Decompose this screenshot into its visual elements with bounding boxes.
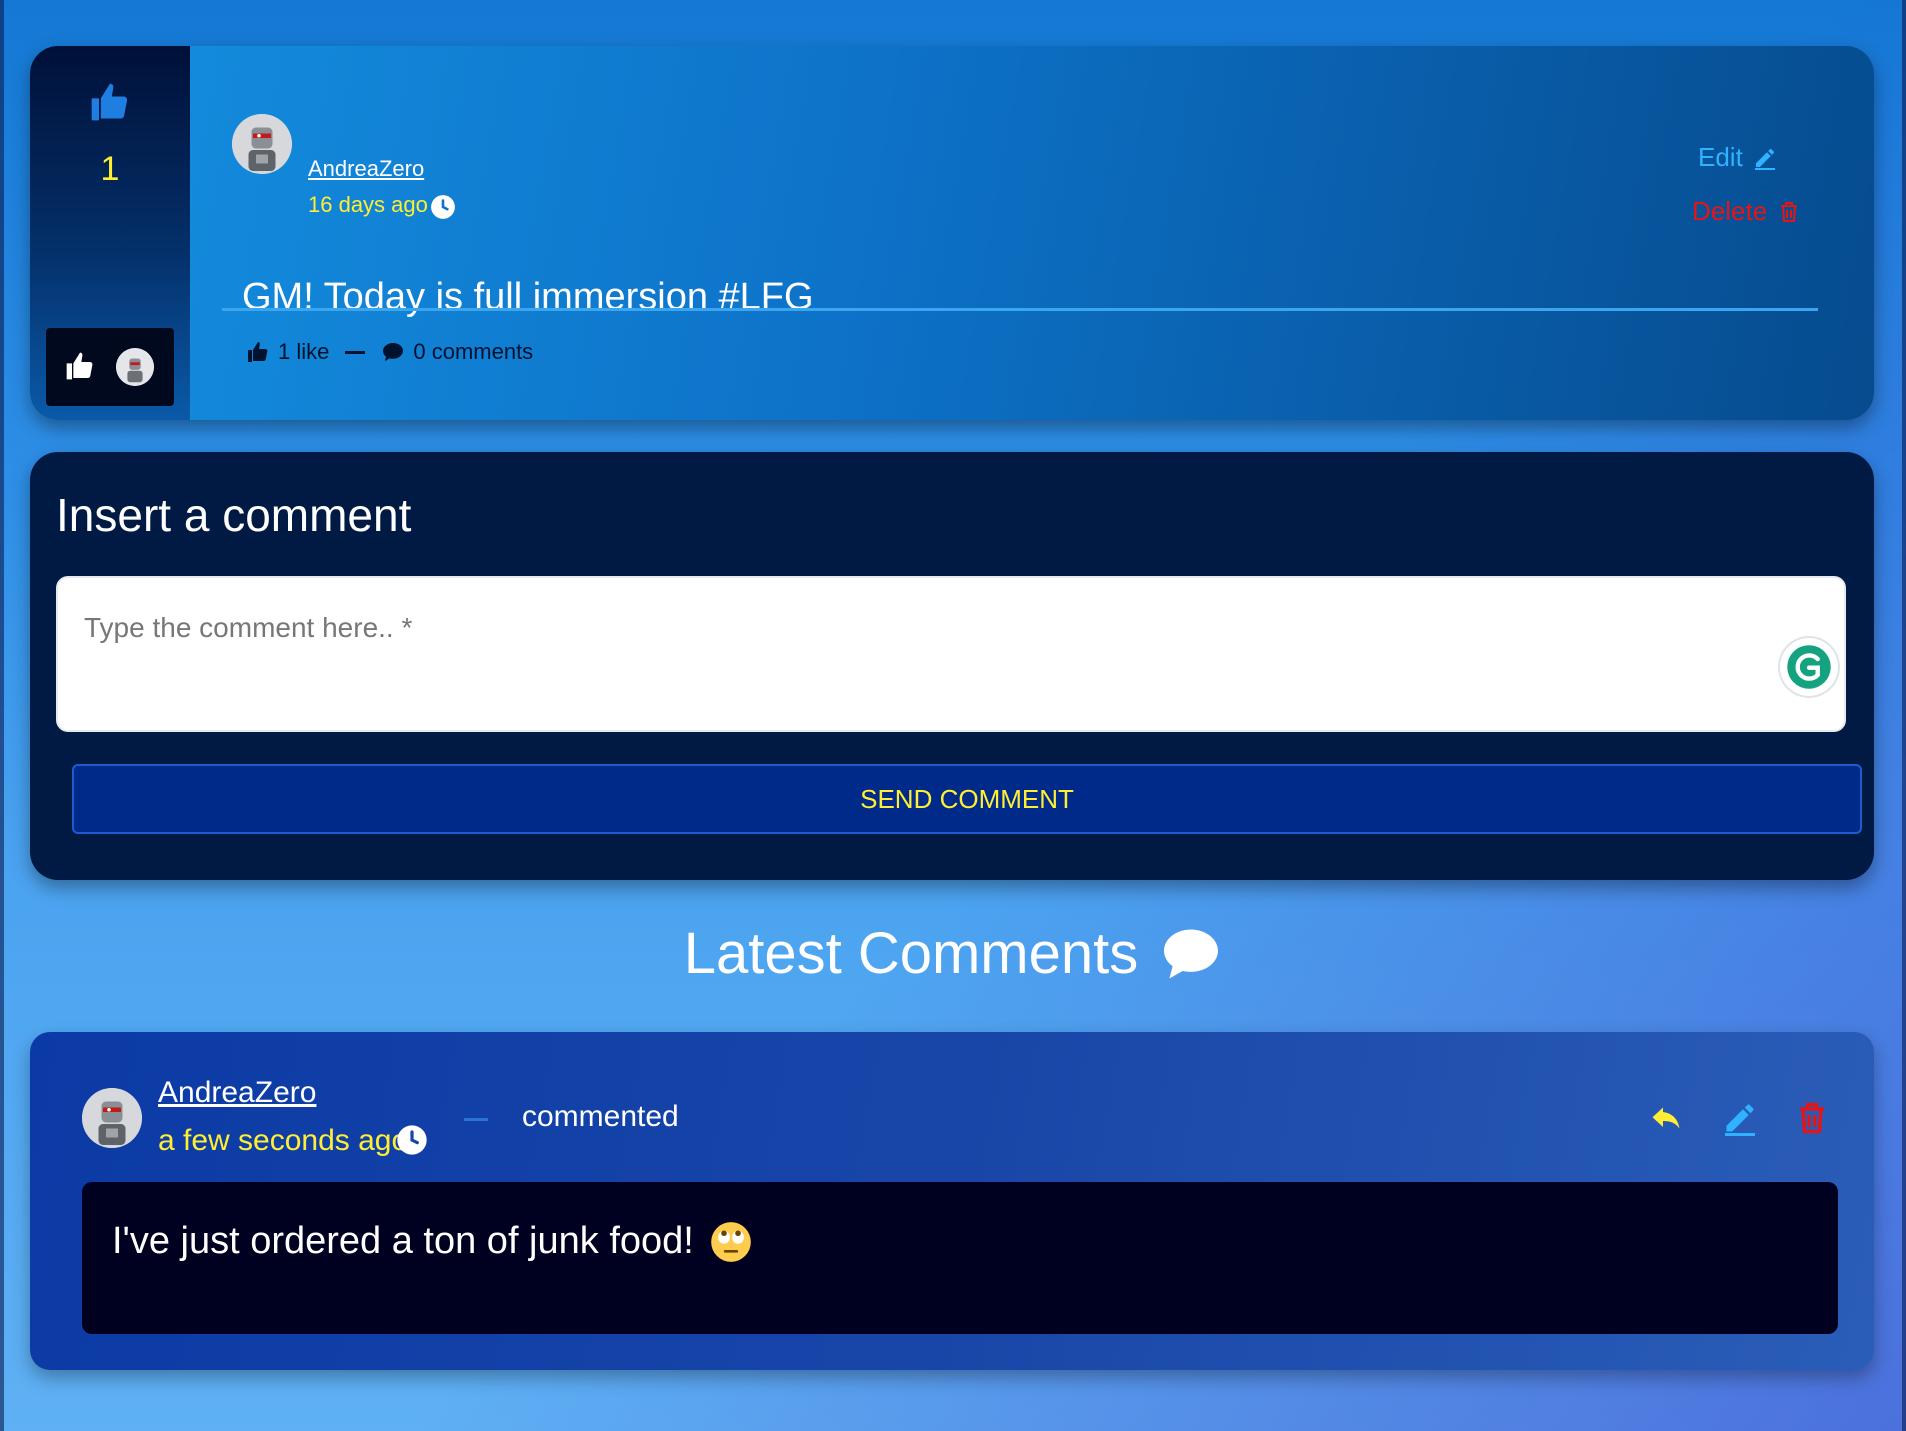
delete-post-button[interactable]: Delete xyxy=(1692,196,1801,227)
comment-author-link[interactable]: AndreaZero xyxy=(158,1076,316,1110)
delete-label: Delete xyxy=(1692,196,1768,226)
comment-body: I've just ordered a ton of junk food! xyxy=(82,1182,1838,1334)
clock-icon xyxy=(397,1125,427,1155)
trash-icon[interactable] xyxy=(1794,1100,1830,1136)
latest-comments-title: Latest Comments xyxy=(683,921,1139,986)
vote-column: 1 xyxy=(30,46,190,420)
comment-icon xyxy=(1164,928,1219,979)
left-edge xyxy=(0,0,4,1431)
comment-textarea[interactable] xyxy=(58,578,1844,730)
separator xyxy=(345,350,366,354)
comment-input-box[interactable] xyxy=(56,576,1846,732)
post-stats: 1 like 0 comments xyxy=(246,336,533,368)
comment-text: I've just ordered a ton of junk food! xyxy=(112,1220,694,1262)
vote-count: 1 xyxy=(100,150,120,188)
avatar[interactable] xyxy=(82,1088,142,1148)
comment-icon xyxy=(383,343,404,361)
comment-action-text: commented xyxy=(522,1100,679,1133)
edit-label: Edit xyxy=(1698,142,1743,172)
comment-text-row: I've just ordered a ton of junk food! xyxy=(112,1220,752,1263)
post-timestamp: 16 days ago xyxy=(308,192,428,217)
post-card: 1 AndreaZero 16 days ago Edit Delete GM!… xyxy=(30,46,1874,420)
likers-box[interactable] xyxy=(46,328,174,406)
thumbs-up-icon xyxy=(66,352,93,380)
reply-icon[interactable] xyxy=(1648,1100,1684,1136)
comment-form: Insert a comment SEND COMMENT xyxy=(30,452,1874,880)
pencil-icon xyxy=(1754,148,1775,170)
right-edge xyxy=(1902,0,1906,1431)
send-comment-button[interactable]: SEND COMMENT xyxy=(72,764,1862,834)
pencil-icon[interactable] xyxy=(1722,1100,1758,1136)
comments-count[interactable]: 0 comments xyxy=(413,339,533,365)
thumbs-up-icon xyxy=(248,342,268,362)
latest-comments-heading: Latest Comments xyxy=(0,920,1906,987)
rolling-eyes-emoji-icon xyxy=(711,1221,751,1262)
form-title: Insert a comment xyxy=(56,489,412,541)
comment-card: AndreaZero a few seconds ago commented I… xyxy=(30,1032,1874,1370)
post-author-link[interactable]: AndreaZero xyxy=(308,156,424,182)
grammarly-icon[interactable] xyxy=(1780,638,1838,696)
post-text: GM! Today is full immersion #LFG xyxy=(242,276,814,318)
comment-timestamp: a few seconds ago xyxy=(158,1124,409,1157)
avatar[interactable] xyxy=(232,114,292,174)
thumbs-up-icon[interactable] xyxy=(88,80,132,124)
divider xyxy=(222,308,1818,311)
separator xyxy=(464,1118,488,1121)
trash-icon xyxy=(1781,201,1798,222)
avatar[interactable] xyxy=(116,348,154,386)
clock-icon xyxy=(431,195,455,219)
likes-count[interactable]: 1 like xyxy=(278,339,329,365)
edit-post-button[interactable]: Edit xyxy=(1698,142,1777,173)
